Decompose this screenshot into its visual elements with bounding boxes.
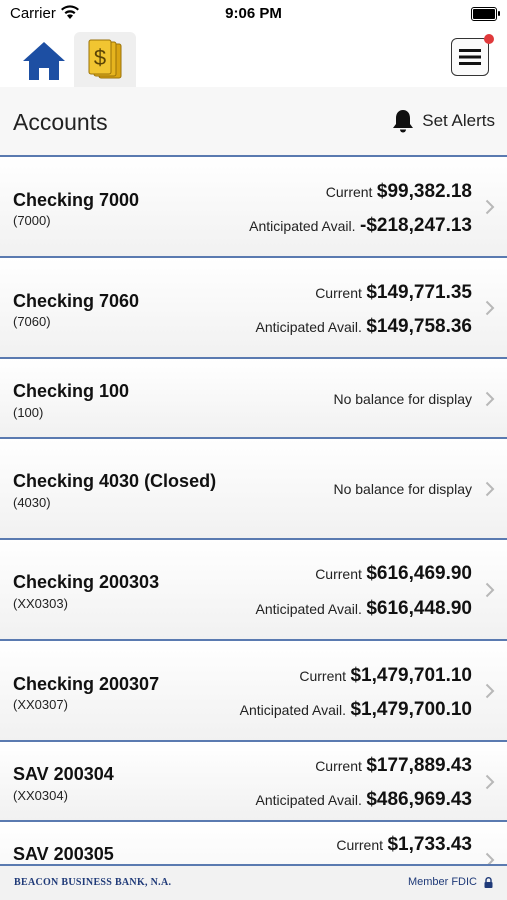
account-row[interactable]: SAV 200305 Current $1,733.43 [0,822,507,864]
home-tab[interactable] [16,36,72,86]
account-name: SAV 200304 [13,764,114,784]
notification-badge [484,34,494,44]
anticipated-label: Anticipated Avail. [249,218,356,234]
no-balance-text: No balance for display [333,391,472,407]
current-balance: Current $99,382.18 [326,181,472,203]
current-balance: Current $1,733.43 [336,834,472,856]
account-number: (XX0303) [13,596,68,611]
current-label: Current [315,758,362,774]
current-balance: Current $616,469.90 [315,563,472,585]
chevron-right-icon [485,391,495,407]
account-row[interactable]: Checking 4030 (Closed) (4030) No balance… [0,439,507,540]
chevron-right-icon [485,481,495,497]
member-fdic-label: Member FDIC [407,876,477,888]
account-name: Checking 200307 [13,674,160,694]
anticipated-label: Anticipated Avail. [255,601,362,617]
account-row[interactable]: Checking 7000 (7000) Current $99,382.18 … [0,157,507,258]
home-icon [23,42,65,80]
current-label: Current [315,566,362,582]
current-label: Current [336,837,384,853]
anticipated-balance: Anticipated Avail. $486,969.43 [256,789,473,811]
anticipated-label: Anticipated Avail. [255,792,362,808]
anticipated-label: Anticipated Avail. [255,319,362,335]
current-value: $1,479,701.10 [350,665,472,686]
current-value: $149,771.35 [366,282,472,303]
no-balance-text: No balance for display [333,481,472,497]
account-name: Checking 100 [13,381,130,401]
chevron-right-icon [485,683,495,699]
current-label: Current [315,285,362,301]
account-row[interactable]: Checking 100 (100) No balance for displa… [0,359,507,439]
anticipated-value: -$218,247.13 [360,215,472,236]
anticipated-value: $1,479,700.10 [350,699,472,720]
page-title: Accounts [13,109,108,135]
account-row[interactable]: Checking 200307 (XX0307) Current $1,479,… [0,641,507,742]
accounts-list: Checking 7000 (7000) Current $99,382.18 … [0,157,507,864]
chevron-right-icon [485,582,495,598]
bank-name: BEACON BUSINESS BANK, N.A. [14,877,172,888]
anticipated-value: $616,448.90 [366,598,472,619]
anticipated-label: Anticipated Avail. [239,702,347,718]
account-number: (7000) [13,213,51,228]
bell-icon [393,110,414,133]
current-value: $1,733.43 [387,834,472,855]
status-bar: Carrier 9:06 PM [0,0,507,30]
clock: 9:06 PM [225,5,282,22]
chevron-right-icon [485,300,495,316]
account-name: Checking 4030 (Closed) [13,471,217,491]
current-value: $177,889.43 [366,755,472,776]
current-balance: Current $149,771.35 [315,282,472,304]
chevron-right-icon [485,199,495,215]
account-name: Checking 200303 [13,572,160,592]
menu-button[interactable] [451,34,494,76]
current-balance: Current $1,479,701.10 [299,665,472,687]
account-name: SAV 200305 [13,844,114,864]
current-value: $99,382.18 [376,181,472,202]
anticipated-balance: Anticipated Avail. $149,758.36 [256,316,473,338]
chevron-right-icon [485,774,495,790]
current-label: Current [299,668,347,684]
set-alerts-label: Set Alerts [422,111,495,130]
current-balance: Current $177,889.43 [315,755,472,777]
battery-icon [471,7,500,21]
footer: BEACON BUSINESS BANK, N.A. Member FDIC [0,864,507,900]
anticipated-value: $486,969.43 [366,789,472,810]
account-number: (7060) [13,314,51,329]
svg-text:$: $ [94,45,106,70]
set-alerts-button[interactable]: Set Alerts [392,109,495,133]
account-name: Checking 7000 [13,190,140,210]
anticipated-value: $149,758.36 [366,316,472,337]
title-bar: Accounts Set Alerts [0,87,507,157]
current-value: $616,469.90 [366,563,472,584]
money-icon: $ [88,39,122,79]
chevron-right-icon [485,852,495,864]
account-number: (4030) [13,495,51,510]
anticipated-balance: Anticipated Avail. $1,479,700.10 [240,699,472,721]
anticipated-balance: Anticipated Avail. $616,448.90 [256,598,473,620]
account-name: Checking 7060 [13,291,140,311]
hamburger-menu-icon [459,49,481,65]
current-label: Current [325,184,373,200]
lock-icon [484,876,493,888]
account-row[interactable]: SAV 200304 (XX0304) Current $177,889.43 … [0,742,507,822]
account-number: (XX0307) [13,697,68,712]
anticipated-balance: Anticipated Avail. -$218,247.13 [249,215,472,237]
account-number: (XX0304) [13,788,68,803]
account-number: (100) [13,405,44,420]
account-row[interactable]: Checking 7060 (7060) Current $149,771.35… [0,258,507,359]
member-fdic: Member FDIC [408,876,493,888]
account-row[interactable]: Checking 200303 (XX0303) Current $616,46… [0,540,507,641]
accounts-tab[interactable]: $ [74,32,136,88]
